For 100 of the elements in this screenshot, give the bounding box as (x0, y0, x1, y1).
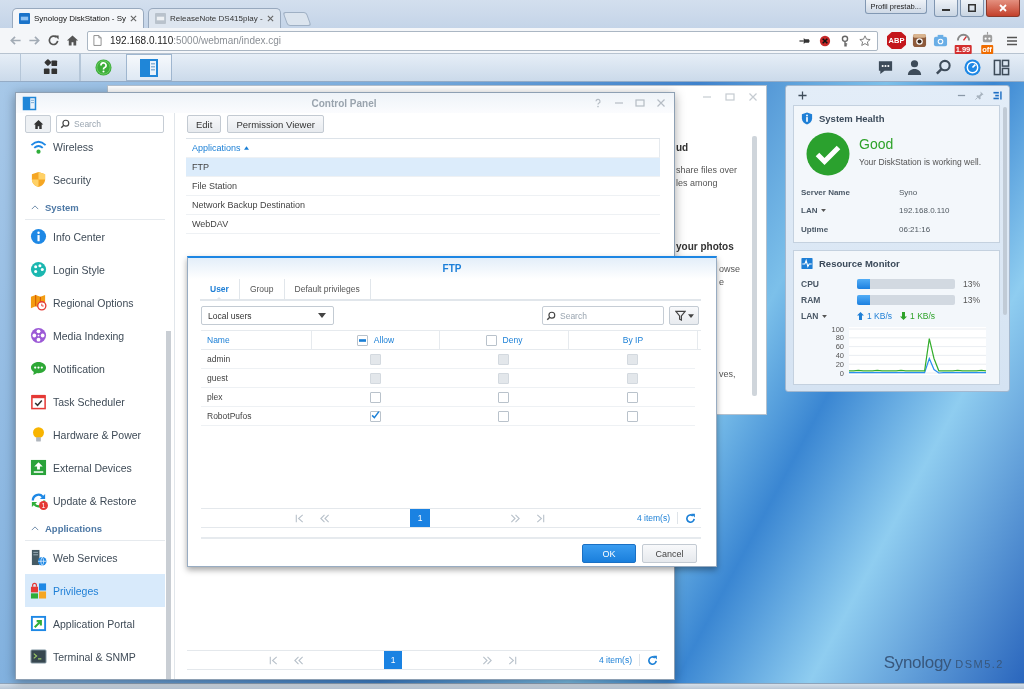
key-icon[interactable] (839, 34, 851, 47)
last-page-icon[interactable] (535, 512, 546, 524)
new-tab-button[interactable] (282, 12, 312, 26)
previous-page-icon[interactable] (319, 512, 330, 524)
maximize-button[interactable] (960, 0, 984, 17)
back-icon[interactable] (9, 34, 22, 47)
help-icon[interactable] (593, 98, 603, 108)
previous-page-icon[interactable] (293, 654, 304, 666)
main-menu-button[interactable] (20, 54, 80, 81)
collapse-icon[interactable] (993, 91, 1002, 100)
checkbox[interactable] (369, 410, 381, 422)
checkbox[interactable] (627, 391, 638, 403)
sidebar-item[interactable]: Wireless (25, 134, 165, 163)
camera-icon[interactable] (912, 33, 927, 48)
column-header[interactable]: Applications (192, 143, 241, 153)
maximize-icon[interactable] (725, 92, 735, 102)
version-label: DSM5.2 (955, 658, 1004, 670)
layout-icon[interactable] (993, 59, 1010, 76)
sidebar-item[interactable]: Application Portal (25, 607, 165, 640)
search-icon[interactable] (935, 59, 952, 76)
speech-bubble-icon (30, 360, 47, 377)
search-field[interactable]: Search (56, 115, 164, 133)
close-icon[interactable] (266, 15, 274, 22)
block-icon[interactable] (819, 34, 831, 47)
checkbox[interactable] (498, 410, 509, 422)
maximize-icon (968, 4, 976, 12)
sidebar-item[interactable]: Task Scheduler (25, 385, 165, 418)
toolbar-button[interactable]: Edit (187, 115, 222, 133)
last-page-icon[interactable] (507, 654, 518, 666)
section-header: System (45, 202, 79, 213)
page-button[interactable]: 1 (410, 509, 430, 527)
page-button[interactable]: 1 (384, 651, 402, 669)
user-type-dropdown[interactable]: Local users (201, 306, 334, 325)
plus-icon[interactable] (798, 91, 807, 100)
taskbar-app-button[interactable] (126, 54, 172, 81)
sidebar-item[interactable]: Notification (25, 352, 165, 385)
star-icon[interactable] (859, 34, 871, 47)
panel-icon (22, 95, 37, 111)
chevron-up-icon[interactable] (31, 526, 39, 531)
tab[interactable]: User (200, 279, 240, 299)
sidebar-item[interactable]: Web Services (25, 541, 165, 574)
sidebar-item[interactable]: External Devices (25, 451, 165, 484)
tab[interactable]: Default privileges (284, 279, 371, 299)
funnel-icon (674, 310, 686, 321)
application-row[interactable]: FTP (186, 158, 660, 177)
close-icon[interactable] (130, 15, 138, 22)
column-header[interactable]: By IP (622, 335, 644, 345)
pin-icon[interactable] (975, 91, 984, 100)
forward-icon[interactable] (28, 34, 41, 47)
home-button[interactable] (25, 115, 51, 133)
browser-tab[interactable]: Synology DiskStation - Sy (12, 8, 145, 28)
reload-icon[interactable] (47, 34, 60, 47)
maximize-icon[interactable] (635, 98, 645, 108)
caret-icon[interactable] (821, 209, 827, 213)
application-row[interactable]: File Station (186, 177, 660, 196)
chat-icon[interactable] (877, 59, 894, 76)
toolbar-button[interactable]: Permission Viewer (227, 115, 324, 133)
sidebar-item[interactable]: Regional Options (25, 286, 165, 319)
close-button[interactable] (986, 0, 1020, 17)
browser-tab[interactable]: ReleaseNote DS415play - (148, 8, 281, 28)
checkbox[interactable] (369, 391, 381, 403)
minimize-button[interactable] (934, 0, 958, 17)
sidebar-item[interactable]: Hardware & Power (25, 418, 165, 451)
gauge-icon[interactable] (964, 59, 981, 76)
first-page-icon[interactable] (294, 512, 305, 524)
tab[interactable]: Group (239, 279, 285, 299)
address-field[interactable]: 192.168.0.110:5000/webman/index.cgi (87, 30, 878, 51)
column-header[interactable]: Name (207, 335, 230, 345)
checkbox[interactable] (356, 334, 368, 346)
column-header[interactable]: Allow (373, 335, 395, 345)
application-row[interactable]: WebDAV (186, 215, 660, 234)
sidebar-item[interactable]: Info Center (25, 220, 165, 253)
checkbox[interactable] (627, 410, 638, 422)
application-row[interactable]: Network Backup Destination (186, 196, 660, 215)
user-name: plex (207, 392, 223, 402)
menu-icon[interactable] (1006, 34, 1018, 47)
filter-button[interactable] (669, 306, 699, 325)
caret-icon[interactable] (822, 314, 828, 318)
first-page-icon[interactable] (268, 654, 279, 666)
user-icon[interactable] (906, 59, 923, 76)
dialog-button[interactable]: Cancel (642, 544, 697, 563)
search-field[interactable]: Search (542, 306, 664, 325)
sidebar-item[interactable]: Privileges (25, 574, 165, 607)
checkbox[interactable] (485, 334, 497, 346)
sidebar-item[interactable]: Terminal & SNMP (25, 640, 165, 673)
column-header[interactable]: Deny (502, 335, 523, 345)
next-page-icon[interactable] (510, 512, 521, 524)
sidebar-item[interactable]: Media Indexing (25, 319, 165, 352)
scrollbar[interactable] (166, 331, 171, 679)
checkbox[interactable] (498, 391, 509, 403)
scrollbar[interactable] (752, 136, 757, 396)
home-icon[interactable] (66, 34, 79, 47)
dialog-button[interactable]: OK (582, 544, 636, 563)
chevron-up-icon[interactable] (31, 205, 39, 210)
sidebar-item[interactable]: Login Style (25, 253, 165, 286)
scrollbar[interactable] (1003, 107, 1007, 315)
refresh-icon[interactable] (685, 512, 696, 524)
next-page-icon[interactable] (482, 654, 493, 666)
refresh-icon[interactable] (647, 654, 658, 666)
sidebar-item[interactable]: Security (25, 163, 165, 196)
